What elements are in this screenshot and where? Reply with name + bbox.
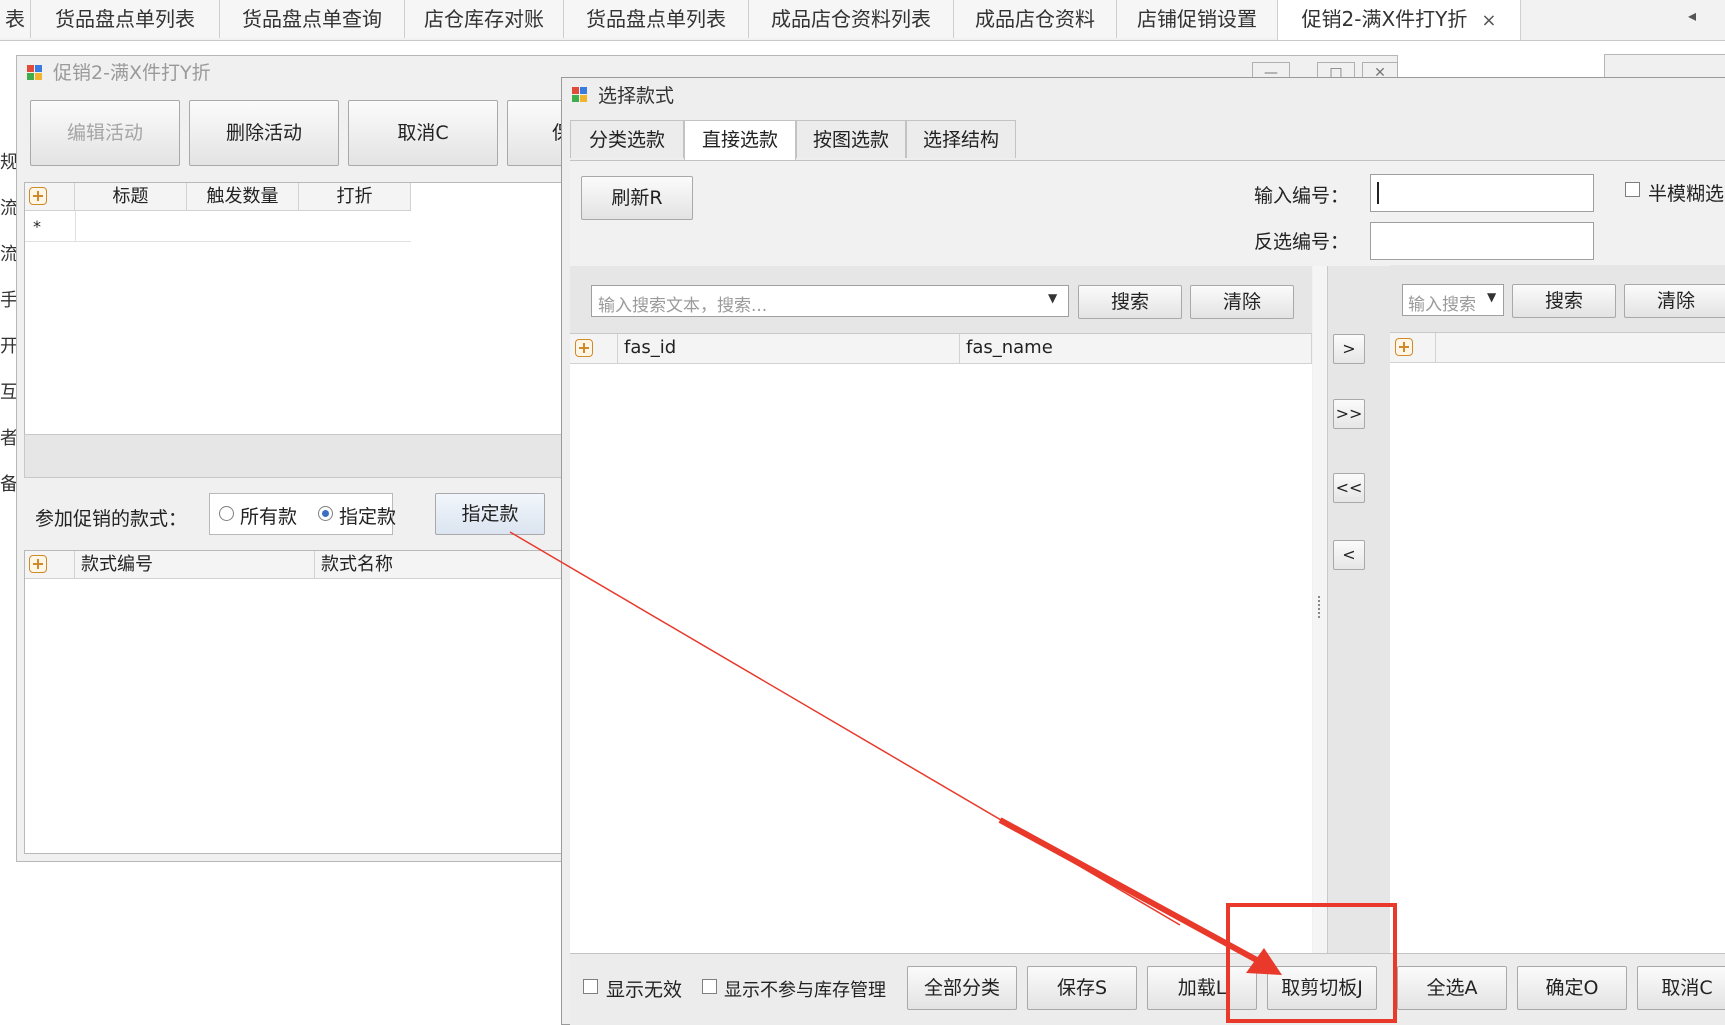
- annotation-arrow-head: [1246, 948, 1282, 975]
- annotation-overlay: [509, 531, 1397, 1023]
- annotation-highlight-box: [1226, 903, 1397, 1023]
- annotation-arrow-shaft: [998, 817, 1277, 973]
